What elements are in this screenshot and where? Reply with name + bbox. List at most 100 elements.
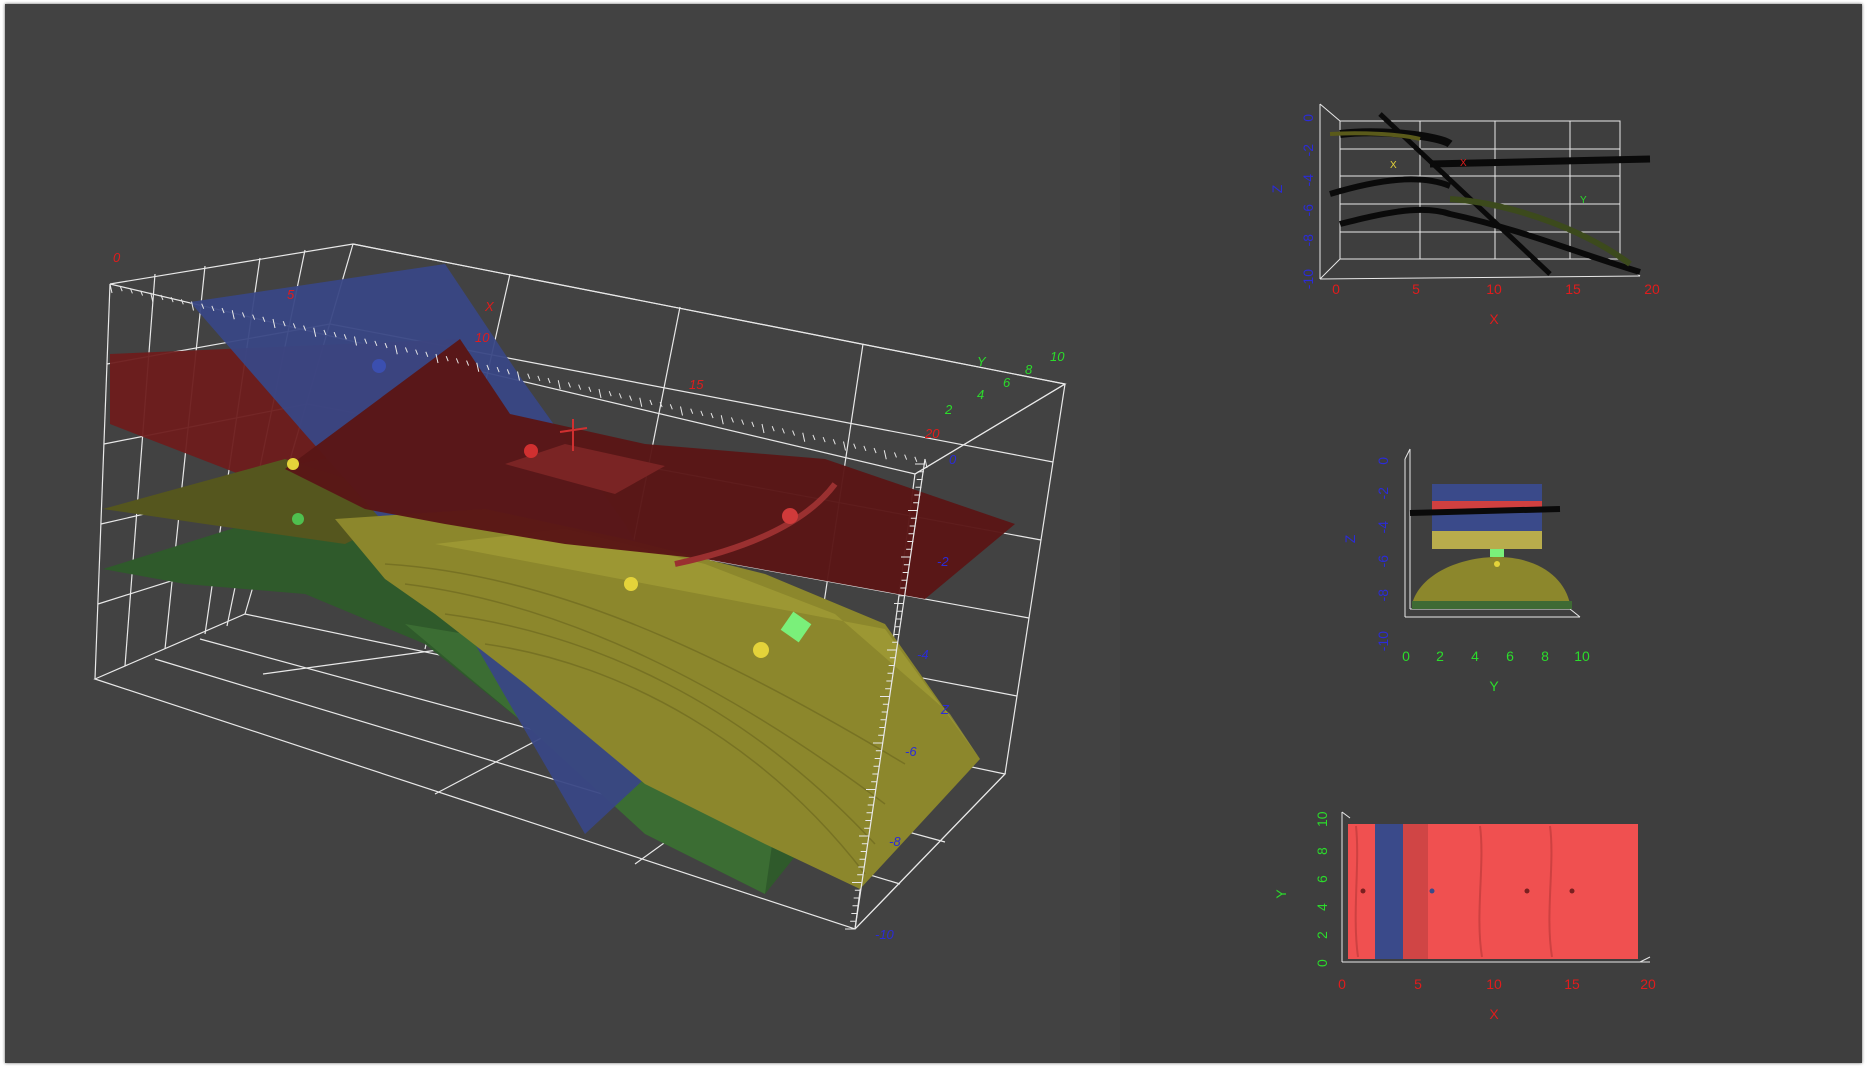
- x-tick-label: 5: [1414, 976, 1422, 992]
- x-axis-tick: [873, 447, 877, 454]
- x-tick-label: 10: [1486, 281, 1502, 297]
- xy-view-y-ticks: 0 2 4 6 8 10 Y: [1273, 811, 1330, 967]
- main-3d-viewport[interactable]: 0 5 10 15 20 X 2 4 6 8 10 Y 0 -2 -4 -6 -…: [5, 4, 1120, 1063]
- x-axis-tick: [883, 450, 887, 460]
- y-tick-label: 8: [1314, 847, 1330, 855]
- y-tick-label: 10: [1314, 811, 1330, 827]
- x-axis-tick: [578, 384, 582, 390]
- y-tick-label: 2: [944, 402, 953, 417]
- x-axis-label: X: [484, 299, 495, 314]
- x-axis-tick: [761, 423, 765, 434]
- yz-view-y-ticks: 0 2 4 6 8 10 Y: [1402, 648, 1590, 694]
- x-axis-tick: [170, 296, 174, 303]
- y-axis-label: Y: [1489, 678, 1499, 694]
- x-axis-tick: [802, 432, 806, 442]
- x-axis-tick: [669, 404, 673, 410]
- x-tick-label: 10: [475, 330, 490, 345]
- x-axis-tick: [904, 454, 908, 460]
- z-tick-label: 0: [1300, 114, 1316, 122]
- yellow-sphere-marker[interactable]: [624, 577, 638, 591]
- z-axis-label: Z: [1269, 184, 1285, 193]
- xz-view-marker-x-yellow: X: [1390, 160, 1397, 171]
- x-axis-tick: [598, 388, 602, 399]
- green-sphere-marker[interactable]: [292, 513, 304, 525]
- x-tick-label: 15: [1565, 281, 1581, 297]
- yz-view[interactable]: 0 2 4 6 8 10 Y 0 -2 -4 -6 -8 -10 Z: [1120, 439, 1862, 699]
- x-axis-tick: [618, 393, 622, 399]
- y-tick-label: 10: [1050, 349, 1065, 364]
- x-axis-tick: [547, 377, 551, 384]
- x-tick-label: 5: [1412, 281, 1420, 297]
- x-axis-tick: [812, 434, 816, 441]
- x-axis-tick: [863, 445, 867, 452]
- red-sphere-marker[interactable]: [782, 508, 798, 524]
- x-axis-tick: [700, 410, 704, 417]
- red-sphere-marker[interactable]: [524, 444, 538, 458]
- x-axis-tick: [639, 397, 643, 407]
- y-tick-label: 4: [1471, 648, 1479, 664]
- z-tick-label: -8: [1375, 589, 1391, 602]
- z-axis-label: Z: [1342, 534, 1358, 543]
- x-tick-label: 0: [1338, 976, 1346, 992]
- z-tick-label: -2: [937, 554, 949, 569]
- x-axis-tick: [822, 436, 826, 443]
- x-axis-tick: [720, 415, 724, 425]
- x-axis-tick: [853, 443, 857, 449]
- x-axis-tick: [537, 375, 541, 382]
- x-tick-label: 20: [1644, 281, 1660, 297]
- y-tick-label: 8: [1025, 362, 1033, 377]
- yz-green-cube: [1490, 549, 1504, 557]
- xy-view[interactable]: 0 5 10 15 20 X 0 2 4 6 8 10 Y: [1120, 794, 1862, 1044]
- main-3d-plot[interactable]: 0 5 10 15 20 X 2 4 6 8 10 Y 0 -2 -4 -6 -…: [5, 4, 1120, 1063]
- yellow-sphere-marker[interactable]: [287, 458, 299, 470]
- yz-yellow-marker: [1494, 561, 1500, 567]
- y-tick-label: 8: [1541, 648, 1549, 664]
- z-tick-label: -10: [1300, 269, 1316, 289]
- y-tick-label: 6: [1003, 375, 1011, 390]
- yz-yellow-stripes: [1432, 531, 1542, 549]
- x-axis-tick: [771, 426, 775, 432]
- z-tick-label: -4: [1375, 521, 1391, 534]
- x-axis-tick: [781, 428, 785, 434]
- x-axis-tick: [741, 419, 745, 425]
- z-tick-label: -6: [1375, 555, 1391, 568]
- y-axis-label: Y: [1273, 889, 1289, 899]
- z-tick-label: -2: [1375, 487, 1391, 500]
- blue-sphere-marker[interactable]: [372, 359, 386, 373]
- xz-view-x-ticks: 0 5 10 15 20 X: [1332, 281, 1660, 327]
- xz-view-marker-x: X: [1460, 158, 1467, 169]
- x-axis-tick: [557, 380, 561, 390]
- x-axis-tick: [730, 417, 734, 423]
- y-tick-label: 0: [1402, 648, 1410, 664]
- x-axis-tick: [792, 430, 796, 436]
- x-axis-tick: [567, 382, 571, 388]
- x-axis-tick: [751, 421, 755, 427]
- x-tick-label: 15: [1564, 976, 1580, 992]
- y-tick-label: 4: [1314, 903, 1330, 911]
- x-axis-tick: [680, 406, 683, 416]
- x-tick-label: 5: [287, 287, 295, 302]
- z-tick-label: -8: [889, 834, 901, 849]
- z-tick-label: -2: [1300, 144, 1316, 157]
- xz-view-marker-y: Y: [1580, 195, 1587, 206]
- x-tick-label: 0: [1332, 281, 1340, 297]
- x-axis-tick: [893, 452, 897, 458]
- y-tick-label: 6: [1506, 648, 1514, 664]
- x-tick-label: 0: [113, 250, 121, 265]
- x-axis-tick: [843, 441, 846, 451]
- z-tick-label: -6: [1300, 204, 1316, 217]
- y-tick-label: 2: [1314, 931, 1330, 939]
- xz-view-surfaces: [1329, 112, 1651, 276]
- z-tick-label: -8: [1300, 234, 1316, 247]
- z-tick-label: -4: [917, 647, 929, 662]
- yz-view-z-ticks: 0 -2 -4 -6 -8 -10 Z: [1342, 457, 1391, 651]
- y-tick-label: 6: [1314, 875, 1330, 883]
- yellow-sphere-marker[interactable]: [753, 642, 769, 658]
- x-axis-tick: [710, 412, 714, 419]
- xz-view[interactable]: X X Y 0 5 10 15 20 X 0 -2 -4 -6 -8 -10 Z: [1120, 74, 1862, 344]
- y-tick-label: 2: [1436, 648, 1444, 664]
- x-axis-tick: [914, 456, 918, 462]
- yz-blue-band: [1432, 484, 1542, 501]
- x-tick-label: 20: [1640, 976, 1656, 992]
- z-tick-label: -10: [875, 927, 895, 942]
